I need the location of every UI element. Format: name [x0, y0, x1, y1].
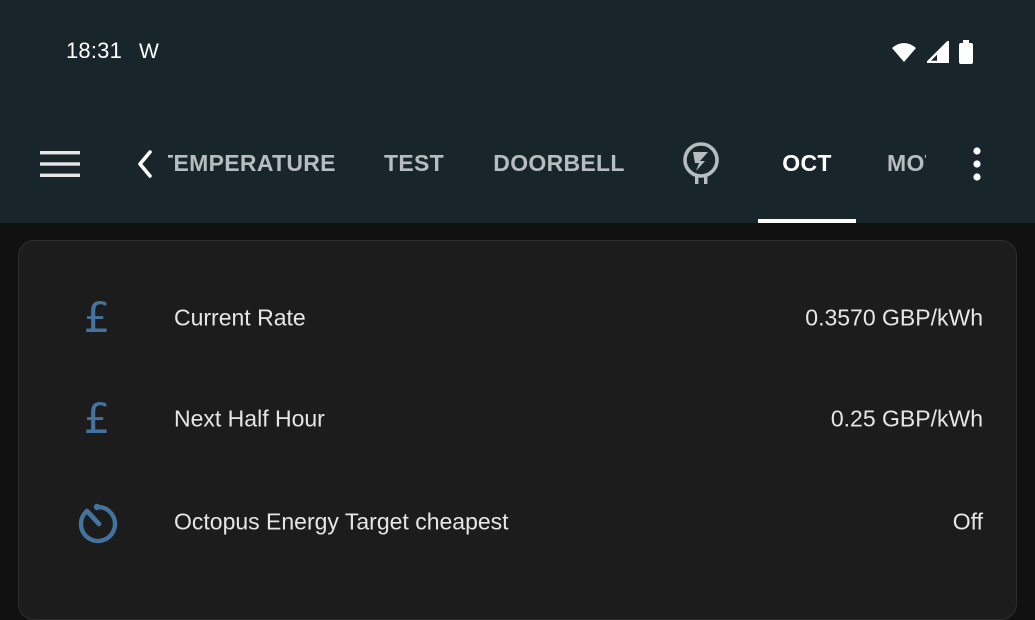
tabs-scroll-left-button[interactable] — [130, 146, 160, 182]
tab-test[interactable]: TEST — [377, 104, 451, 223]
toolbar: TEMPERATURE TEST DOORBELL OCT MOTION — [0, 104, 1035, 223]
tab-bar: TEMPERATURE TEST DOORBELL OCT MOTION — [168, 104, 926, 223]
entity-row-current-rate[interactable]: £ Current Rate 0.3570 GBP/kWh — [19, 283, 1016, 353]
timer-icon — [73, 498, 121, 546]
app-header: 18:31 W TEMPERATURE TEST DOORBELL OCT MO — [0, 0, 1035, 223]
tab-label: OCT — [782, 150, 832, 176]
entity-label: Current Rate — [174, 304, 306, 331]
entity-label: Next Half Hour — [174, 405, 325, 432]
currency-gbp-icon: £ — [83, 293, 111, 342]
active-tab-indicator — [758, 219, 856, 223]
wifi-icon — [891, 41, 917, 63]
tab-oct[interactable]: OCT — [758, 104, 856, 223]
menu-button[interactable] — [36, 146, 84, 182]
battery-icon — [959, 40, 973, 64]
system-icons — [891, 40, 973, 64]
status-bar: 18:31 W — [0, 0, 1035, 104]
status-clock: 18:31 — [66, 38, 123, 63]
cell-signal-icon — [927, 41, 949, 63]
tab-temperature[interactable]: TEMPERATURE — [168, 104, 336, 223]
ev-charger-icon — [683, 141, 719, 184]
tab-label: TEST — [384, 150, 444, 176]
notification-icon: W — [139, 40, 159, 63]
tab-label: DOORBELL — [493, 150, 625, 176]
currency-gbp-icon: £ — [83, 394, 111, 443]
more-vertical-icon — [973, 147, 981, 181]
tab-ev-charger[interactable] — [676, 104, 726, 223]
tab-doorbell[interactable]: DOORBELL — [493, 104, 625, 223]
entity-value: 0.25 GBP/kWh — [830, 405, 983, 432]
more-options-button[interactable] — [962, 142, 992, 186]
entity-value: 0.3570 GBP/kWh — [805, 304, 983, 331]
tab-label: MOTION — [887, 150, 926, 176]
entity-label: Octopus Energy Target cheapest — [174, 508, 509, 535]
entity-value: Off — [952, 508, 983, 535]
tab-label: TEMPERATURE — [168, 150, 336, 176]
entity-row-target-cheapest[interactable]: Octopus Energy Target cheapest Off — [19, 487, 1016, 557]
tab-motion[interactable]: MOTION — [887, 104, 926, 223]
chevron-left-icon — [138, 150, 152, 178]
entity-row-next-half-hour[interactable]: £ Next Half Hour 0.25 GBP/kWh — [19, 384, 1016, 454]
hamburger-menu-icon — [40, 151, 80, 177]
entities-card: £ Current Rate 0.3570 GBP/kWh £ Next Hal… — [18, 240, 1017, 620]
